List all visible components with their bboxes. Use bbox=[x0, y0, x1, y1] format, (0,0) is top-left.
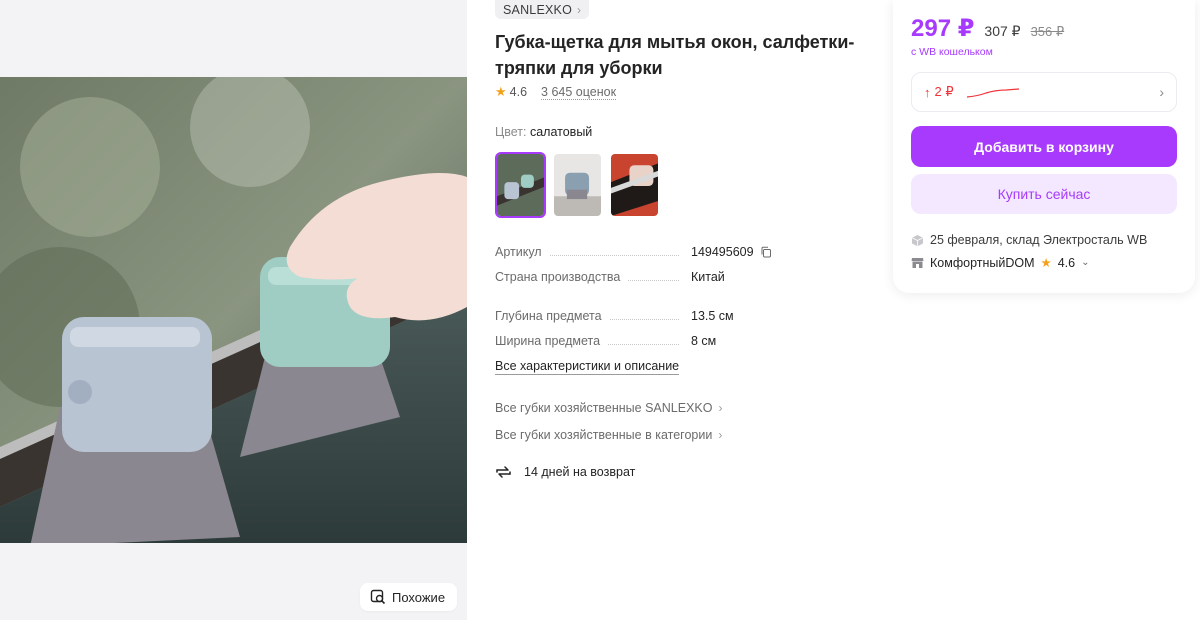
spec-key: Глубина предмета bbox=[495, 309, 602, 323]
buy-now-button[interactable]: Купить сейчас bbox=[911, 174, 1177, 214]
brand-category-label: Все губки хозяйственные SANLEXKO bbox=[495, 401, 713, 415]
price-crossed: 356 ₽ bbox=[1030, 24, 1065, 39]
return-arrows-icon bbox=[496, 466, 511, 478]
swatch-2[interactable] bbox=[552, 152, 603, 218]
wallet-note[interactable]: с WB кошельком bbox=[911, 46, 993, 58]
brand-name: SANLEXKO bbox=[503, 2, 572, 17]
category-link[interactable]: Все губки хозяйственные в категории › bbox=[495, 428, 722, 442]
shop-icon bbox=[911, 258, 924, 268]
rating-row: ★ 4.6 3 645 оценок bbox=[495, 84, 617, 100]
return-policy-label: 14 дней на возврат bbox=[524, 465, 636, 479]
buy-box: 297 ₽ 307 ₽ 356 ₽ с WB кошельком ↑ 2 ₽ ›… bbox=[893, 0, 1195, 293]
product-title: Губка-щетка для мытья окон, салфетки-тря… bbox=[495, 32, 855, 78]
chevron-right-icon: › bbox=[718, 401, 723, 415]
spec-value: 8 см bbox=[691, 334, 717, 348]
price-history[interactable]: ↑ 2 ₽ › bbox=[911, 72, 1177, 112]
brand-link[interactable]: SANLEXKO › bbox=[495, 0, 590, 19]
chevron-right-icon: › bbox=[718, 428, 723, 442]
star-icon: ★ bbox=[1040, 256, 1052, 270]
price-current: 297 ₽ bbox=[911, 15, 975, 42]
seller-rating: 4.6 bbox=[1057, 255, 1076, 270]
price-sparkline bbox=[966, 88, 1019, 98]
price-change: 2 ₽ bbox=[934, 84, 954, 99]
copy-icon[interactable] bbox=[760, 246, 772, 258]
color-label: Цвет: салатовый bbox=[495, 125, 593, 139]
product-photo[interactable] bbox=[0, 77, 467, 543]
return-policy: 14 дней на возврат bbox=[495, 464, 635, 480]
spec-key: Страна производства bbox=[495, 270, 621, 284]
similar-button[interactable]: Похожие bbox=[360, 583, 458, 611]
spec-value: Китай bbox=[691, 270, 725, 284]
add-to-cart-button[interactable]: Добавить в корзину bbox=[911, 126, 1177, 167]
delivery-label: 25 февраля, склад Электросталь WB bbox=[930, 233, 1148, 247]
spec-row-country: Страна производства Китай bbox=[495, 270, 865, 284]
swatch-1[interactable] bbox=[495, 152, 546, 218]
swatch-3[interactable] bbox=[609, 152, 660, 218]
all-specs-link[interactable]: Все характеристики и описание bbox=[495, 359, 680, 375]
spec-value: 149495609 bbox=[691, 245, 754, 259]
product-page: Похожие SANLEXKO › Губка-щетка для мытья… bbox=[0, 0, 1200, 620]
chevron-down-icon: ⌄ bbox=[1081, 257, 1090, 268]
arrow-up-icon: ↑ bbox=[924, 84, 931, 100]
delivery-info: 25 февраля, склад Электросталь WB bbox=[911, 233, 1147, 247]
spec-row-article: Артикул 149495609 bbox=[495, 245, 865, 259]
spec-key: Артикул bbox=[495, 245, 542, 259]
image-search-icon bbox=[370, 589, 386, 605]
rating-value: 4.6 bbox=[509, 85, 528, 99]
spec-row-width: Ширина предмета 8 см bbox=[495, 334, 865, 348]
star-icon: ★ bbox=[495, 84, 507, 99]
seller-name: КомфортныйDOM bbox=[930, 255, 1035, 270]
price-row: 297 ₽ 307 ₽ 356 ₽ bbox=[911, 14, 1064, 43]
reviews-link[interactable]: 3 645 оценок bbox=[541, 85, 617, 100]
category-label: Все губки хозяйственные в категории bbox=[495, 428, 713, 442]
spec-key: Ширина предмета bbox=[495, 334, 601, 348]
spec-row-depth: Глубина предмета 13.5 см bbox=[495, 309, 865, 323]
similar-label: Похожие bbox=[392, 589, 446, 605]
seller-info[interactable]: КомфортныйDOM ★ 4.6 ⌄ bbox=[911, 255, 1090, 270]
spec-value: 13.5 см bbox=[691, 309, 734, 323]
color-swatches bbox=[495, 152, 660, 218]
chevron-right-icon: › bbox=[1159, 84, 1164, 100]
color-value: салатовый bbox=[529, 125, 593, 139]
price-without-wallet: 307 ₽ bbox=[984, 23, 1021, 39]
product-gallery: Похожие bbox=[0, 0, 467, 620]
box-icon bbox=[911, 234, 924, 246]
brand-category-link[interactable]: Все губки хозяйственные SANLEXKO › bbox=[495, 401, 722, 415]
chevron-right-icon: › bbox=[577, 2, 582, 17]
